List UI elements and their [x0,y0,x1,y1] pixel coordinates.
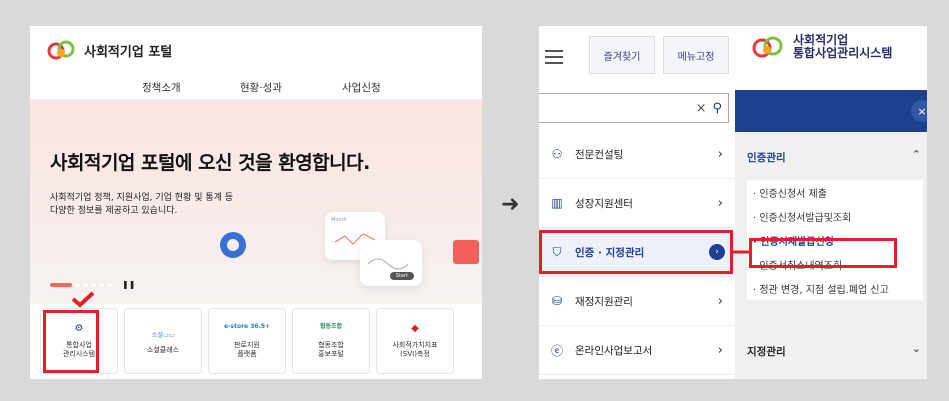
tile-label: 판로지원 [234,341,260,350]
e-store-logo: e-store 36.5+ [223,323,271,331]
carousel-dot[interactable] [92,282,96,287]
svi-logo: ◆ [411,323,419,335]
hamburger-menu-icon[interactable] [545,44,571,70]
submenu-item-change[interactable]: · 정관 변경, 지점 설립.폐업 신고 [747,276,923,300]
highlight-box-menu [539,230,733,274]
consult-icon: ⚇ [551,147,563,161]
menu-item-label: 성장지원센터 [575,197,633,210]
tile-social-class[interactable]: 소셜▭▭ 소셜클래스 [124,308,202,374]
close-icon[interactable]: × [911,100,927,122]
submenu-item-issue[interactable]: · 인증신청서발급및조회 [747,204,923,228]
hero-heading: 사회적기업 포털에 오신 것을 환영합니다. [50,152,370,174]
menu-item-label: 온라인사업보고서 [575,344,653,357]
pin-menu-button[interactable]: 메뉴고정 [663,36,729,74]
building-chart-icon: ▥ [551,196,563,210]
system-logo[interactable]: 사회적기업 통합사업관리시스템 [749,33,893,61]
menu-item-label: 전문컨설팅 [575,148,624,161]
mail-icon [453,240,479,264]
menu-item-online-report[interactable]: ⓔ 온라인사업보고서 › [539,326,735,375]
tile-label: 홍보포털 [318,350,344,358]
carousel-active-bar[interactable] [50,282,72,287]
social-class-logo: 소셜▭▭ [151,331,175,339]
coop-logo: 협동조합 [319,323,343,331]
tile-label: 사회적가치지표 [392,341,438,350]
section-designation[interactable]: 지정관리 [747,344,786,359]
system-logo-icon [752,36,783,58]
system-screenshot: 즐겨찾기 메뉴고정 사회적기업 통합사업관리시스템 × ⚲ ⚇ 전문컨설팅 › … [539,26,927,379]
carousel-dot[interactable] [76,282,80,287]
arrow-right-icon: ➜ [501,192,520,217]
tile-e-store[interactable]: e-store 36.5+ 판로지원 플랫폼 [208,308,286,374]
e-circle-icon: ⓔ [550,343,563,358]
chevron-down-icon[interactable]: ⌄ [912,342,921,355]
menu-item-label: 재정지원관리 [575,295,633,308]
highlight-box-submenu [749,238,897,268]
tile-coop[interactable]: 협동조합 협동조합 홍보포털 [292,308,370,374]
carousel-dot[interactable] [84,282,88,287]
pause-icon[interactable]: ❚❚ [122,280,135,289]
blue-ring-graphic [216,228,250,262]
carousel-indicator[interactable]: ❚❚ [50,280,135,289]
database-icon: ⛁ [551,294,563,308]
menu-item-finance[interactable]: ⛁ 재정지원관리 › [539,277,735,326]
chevron-right-icon: › [717,195,723,211]
carousel-dot[interactable] [100,282,104,287]
tile-label: (SVI)측정 [400,350,430,358]
search-icon[interactable]: ⚲ [712,101,722,116]
chevron-up-icon[interactable]: ⌃ [912,148,921,161]
nav-item-status[interactable]: 현황·성과 [240,80,282,95]
tile-label: 소셜클래스 [146,345,180,354]
tile-label: 협동조합 [318,341,344,350]
portal-title: 사회적기업 포털 [84,44,173,60]
system-title-line2: 통합사업관리시스템 [793,46,893,61]
submenu-header-band [735,90,927,132]
portal-header: 사회적기업 포털 [30,26,482,74]
nav-item-policy[interactable]: 정책소개 [142,80,181,95]
tile-label: 플랫폼 [237,350,257,358]
tile-svi[interactable]: ◆ 사회적가치지표 (SVI)측정 [376,308,454,374]
clear-icon[interactable]: × [696,101,707,116]
carousel-dot[interactable] [108,282,112,287]
hero-banner: 사회적기업 포털에 오신 것을 환영합니다. 사회적기업 정책, 지원사업, 기… [30,100,482,304]
check-mark-icon [71,291,95,308]
menu-item-consulting[interactable]: ⚇ 전문컨설팅 › [539,130,735,179]
portal-screenshot: 사회적기업 포털 정책소개 현황·성과 사업신청 사회적기업 포털에 오신 것을… [30,26,482,379]
chevron-right-icon: › [717,146,723,162]
nav-item-apply[interactable]: 사업신청 [342,80,381,95]
hero-desc-line1: 사회적기업 정책, 지원사업, 기업 현황 및 통계 등 [50,193,234,203]
favorites-button[interactable]: 즐겨찾기 [589,36,655,74]
system-topbar: 즐겨찾기 메뉴고정 사회적기업 통합사업관리시스템 [539,26,927,92]
deco-start-button: Start [389,272,414,280]
menu-item-growth-center[interactable]: ▥ 성장지원센터 › [539,179,735,228]
highlight-box-tile [43,310,99,373]
chevron-right-icon: › [717,293,723,309]
submenu-item-submit[interactable]: · 인증신청서 제출 [747,180,923,204]
portal-nav: 정책소개 현황·성과 사업신청 [30,74,482,100]
hero-desc-line2: 다양한 정보를 제공하고 있습니다. [50,206,178,216]
chevron-right-icon: › [717,342,723,358]
section-certification[interactable]: 인증관리 [747,150,786,165]
portal-logo[interactable]: 사회적기업 포털 [44,39,172,61]
portal-logo-icon [47,40,75,60]
deco-chart-card-2: Start [360,240,422,286]
menu-search-input[interactable]: × ⚲ [539,93,729,123]
submenu-panel: × 인증관리 ⌃ · 인증신청서 제출 · 인증신청서발급및조회 · 인증서재발… [735,90,927,379]
